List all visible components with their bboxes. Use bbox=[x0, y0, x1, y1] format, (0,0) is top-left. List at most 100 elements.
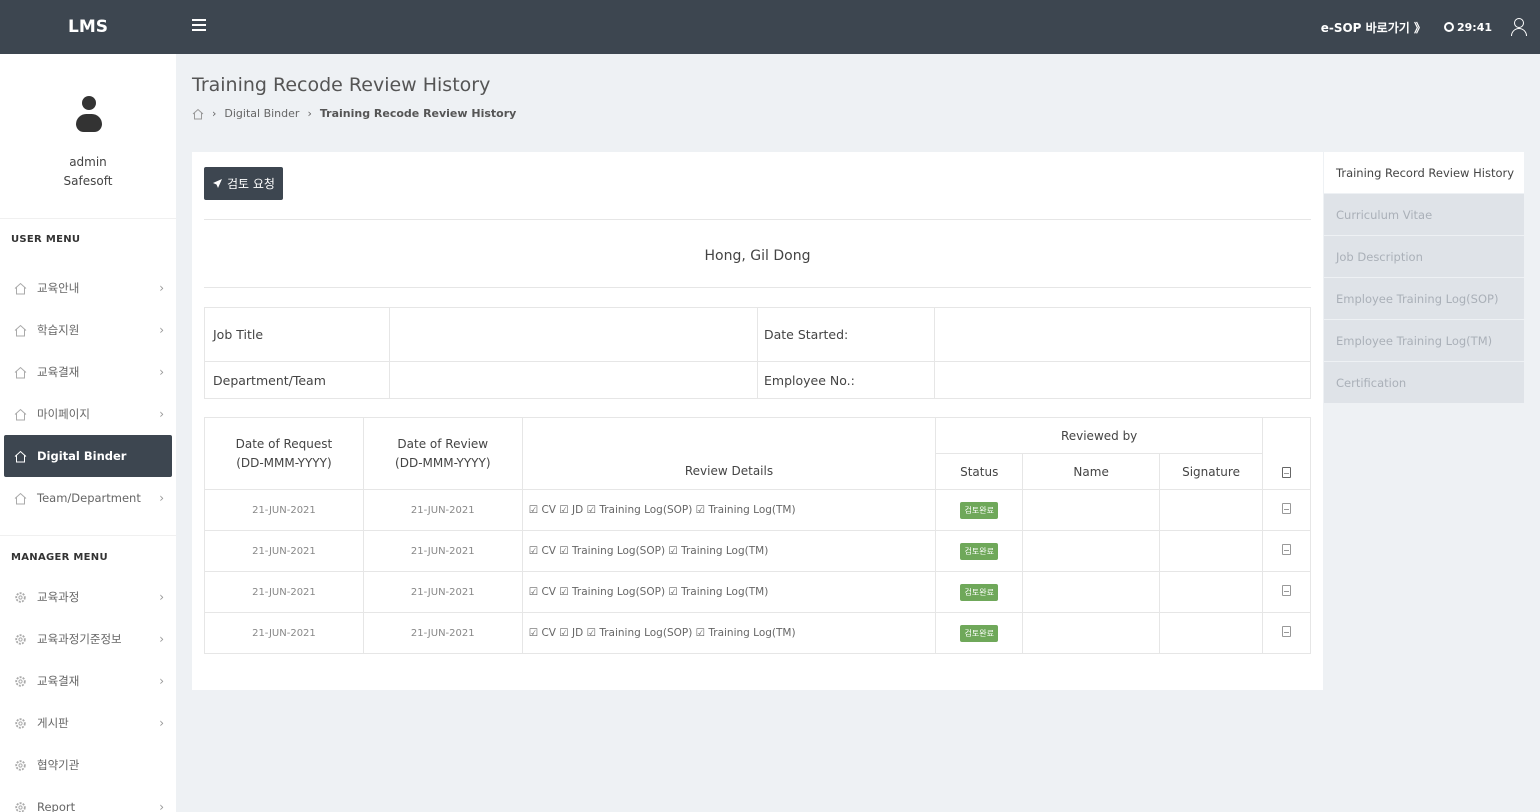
tab-job-description[interactable]: Job Description bbox=[1324, 236, 1524, 278]
chevron-right-icon: › bbox=[159, 323, 164, 337]
table-row[interactable]: 21-JUN-2021 21-JUN-2021 ☑ CV ☑ JD ☑ Traini… bbox=[204, 489, 1311, 531]
cell-review-details: ☑ CV ☑ JD ☑ Training Log(SOP) ☑ Training… bbox=[521, 612, 937, 654]
cell-status: 검토완료 bbox=[935, 530, 1024, 572]
cell-document[interactable] bbox=[1262, 612, 1311, 654]
main-card: 검토 요청 Hong, Gil Dong Job Title Date Star… bbox=[192, 152, 1323, 690]
chevron-right-icon: › bbox=[159, 632, 164, 646]
tab-employee-training-log-tm[interactable]: Employee Training Log(TM) bbox=[1324, 320, 1524, 362]
chevron-right-icon: › bbox=[159, 716, 164, 730]
document-icon[interactable] bbox=[1282, 585, 1291, 596]
cell-document[interactable] bbox=[1262, 571, 1311, 613]
user-menu: 교육안내 › 학습지원 › 교육결재 › 마이페이지 › Digital Binder Team/… bbox=[0, 267, 176, 519]
cell-date-request: 21-JUN-2021 bbox=[204, 612, 364, 654]
department-label: Department/Team bbox=[204, 361, 390, 399]
cell-status: 검토완료 bbox=[935, 571, 1024, 613]
user-menu-title: USER MENU bbox=[11, 234, 81, 245]
breadcrumb-separator: › bbox=[307, 107, 312, 120]
employee-no-label: Employee No.: bbox=[757, 361, 935, 399]
document-icon[interactable] bbox=[1282, 626, 1291, 637]
status-badge: 검토완료 bbox=[960, 624, 998, 642]
breadcrumb-item-digital-binder[interactable]: Digital Binder bbox=[224, 107, 299, 120]
sidebar-item-교육결재[interactable]: 교육결재 › bbox=[0, 351, 176, 393]
cell-review-details: ☑ CV ☑ Training Log(SOP) ☑ Training Log(… bbox=[521, 530, 937, 572]
sidebar-item-report[interactable]: Report › bbox=[0, 786, 176, 812]
menu-toggle-icon[interactable] bbox=[192, 19, 206, 33]
job-title-value bbox=[389, 307, 758, 362]
tab-employee-training-log-sop[interactable]: Employee Training Log(SOP) bbox=[1324, 278, 1524, 320]
breadcrumb-item-current: Training Recode Review History bbox=[319, 107, 517, 120]
chevron-right-icon: › bbox=[159, 590, 164, 604]
date-started-value bbox=[934, 307, 1311, 362]
sidebar-item-학습지원[interactable]: 학습지원 › bbox=[0, 309, 176, 351]
document-icon[interactable] bbox=[1282, 544, 1291, 555]
home-icon bbox=[13, 491, 27, 505]
status-badge: 검토완료 bbox=[960, 542, 998, 560]
sidebar-item-교육과정[interactable]: 교육과정 › bbox=[0, 576, 176, 618]
home-icon[interactable] bbox=[192, 108, 204, 120]
profile: admin Safesoft bbox=[0, 54, 176, 219]
review-request-button[interactable]: 검토 요청 bbox=[204, 167, 283, 200]
chevron-right-icon: › bbox=[159, 281, 164, 295]
table-row[interactable]: 21-JUN-2021 21-JUN-2021 ☑ CV ☑ Training Lo… bbox=[204, 571, 1311, 613]
cell-review-details: ☑ CV ☑ Training Log(SOP) ☑ Training Log(… bbox=[521, 571, 937, 613]
cell-signature bbox=[1159, 489, 1263, 531]
sidebar-item-label: 마이페이지 bbox=[37, 407, 90, 421]
gear-icon bbox=[13, 716, 27, 730]
sidebar-item-마이페이지[interactable]: 마이페이지 › bbox=[0, 393, 176, 435]
page-title: Training Recode Review History bbox=[192, 74, 491, 96]
document-icon[interactable] bbox=[1282, 503, 1291, 514]
sidebar-item-label: 교육결재 bbox=[37, 674, 80, 688]
cell-signature bbox=[1159, 530, 1263, 572]
home-icon bbox=[13, 323, 27, 337]
cell-status: 검토완료 bbox=[935, 489, 1024, 531]
home-icon bbox=[13, 449, 27, 463]
manager-menu-title: MANAGER MENU bbox=[11, 552, 108, 563]
cell-date-review: 21-JUN-2021 bbox=[362, 571, 523, 613]
table-row[interactable]: 21-JUN-2021 21-JUN-2021 ☑ CV ☑ Training Lo… bbox=[204, 530, 1311, 572]
cell-date-review: 21-JUN-2021 bbox=[362, 612, 523, 654]
status-badge: 검토완료 bbox=[960, 583, 998, 601]
cell-name bbox=[1022, 612, 1161, 654]
record-tabs: Training Record Review History Curriculum… bbox=[1324, 152, 1524, 404]
tab-certification[interactable]: Certification bbox=[1324, 362, 1524, 404]
tab-curriculum-vitae[interactable]: Curriculum Vitae bbox=[1324, 194, 1524, 236]
cell-name bbox=[1022, 530, 1161, 572]
col-signature: Signature bbox=[1159, 453, 1263, 490]
review-history-body: 21-JUN-2021 21-JUN-2021 ☑ CV ☑ JD ☑ Traini… bbox=[204, 489, 1311, 654]
session-timer-value: 29:41 bbox=[1456, 20, 1492, 34]
sidebar-item-label: Digital Binder bbox=[37, 449, 127, 463]
sidebar-item-게시판[interactable]: 게시판 › bbox=[0, 702, 176, 744]
cell-signature bbox=[1159, 571, 1263, 613]
gear-icon bbox=[13, 800, 27, 812]
review-history-table: Date of Request (DD-MMM-YYYY) Date of Rev… bbox=[204, 417, 1311, 654]
chevron-right-icon: › bbox=[159, 800, 164, 812]
col-document bbox=[1262, 417, 1311, 490]
cell-date-request: 21-JUN-2021 bbox=[204, 530, 364, 572]
col-review-details: Review Details bbox=[521, 417, 937, 490]
document-icon bbox=[1282, 467, 1291, 478]
sidebar: admin Safesoft USER MENU 교육안내 › 학습지원 › 교육결재 ›… bbox=[0, 54, 176, 812]
sidebar-item-team-department[interactable]: Team/Department › bbox=[0, 477, 176, 519]
sidebar-item-digital-binder[interactable]: Digital Binder bbox=[4, 435, 172, 477]
tab-training-record-review-history[interactable]: Training Record Review History bbox=[1324, 152, 1524, 194]
brand-logo[interactable]: LMS bbox=[0, 0, 176, 54]
sidebar-item-label: 게시판 bbox=[37, 716, 69, 730]
chevron-right-icon: › bbox=[159, 491, 164, 505]
esop-link[interactable]: e-SOP 바로가기 》 bbox=[1321, 19, 1426, 36]
table-row[interactable]: 21-JUN-2021 21-JUN-2021 ☑ CV ☑ JD ☑ Traini… bbox=[204, 612, 1311, 654]
sidebar-item-label: 교육과정기준정보 bbox=[37, 632, 122, 646]
sidebar-item-교육안내[interactable]: 교육안내 › bbox=[0, 267, 176, 309]
sidebar-item-교육과정기준정보[interactable]: 교육과정기준정보 › bbox=[0, 618, 176, 660]
employee-info-table: Job Title Date Started: Department/Team … bbox=[204, 307, 1311, 399]
profile-org: Safesoft bbox=[63, 174, 113, 188]
sidebar-item-label: 협약기관 bbox=[37, 758, 80, 772]
gear-icon bbox=[13, 674, 27, 688]
cell-document[interactable] bbox=[1262, 530, 1311, 572]
top-bar: LMS e-SOP 바로가기 》 29:41 bbox=[0, 0, 1540, 54]
user-icon[interactable] bbox=[1510, 18, 1527, 36]
sidebar-item-교육결재[interactable]: 교육결재 › bbox=[0, 660, 176, 702]
cell-document[interactable] bbox=[1262, 489, 1311, 531]
sidebar-item-협약기관[interactable]: 협약기관 bbox=[0, 744, 176, 786]
chevron-right-icon: › bbox=[159, 674, 164, 688]
status-badge: 검토완료 bbox=[960, 501, 998, 519]
